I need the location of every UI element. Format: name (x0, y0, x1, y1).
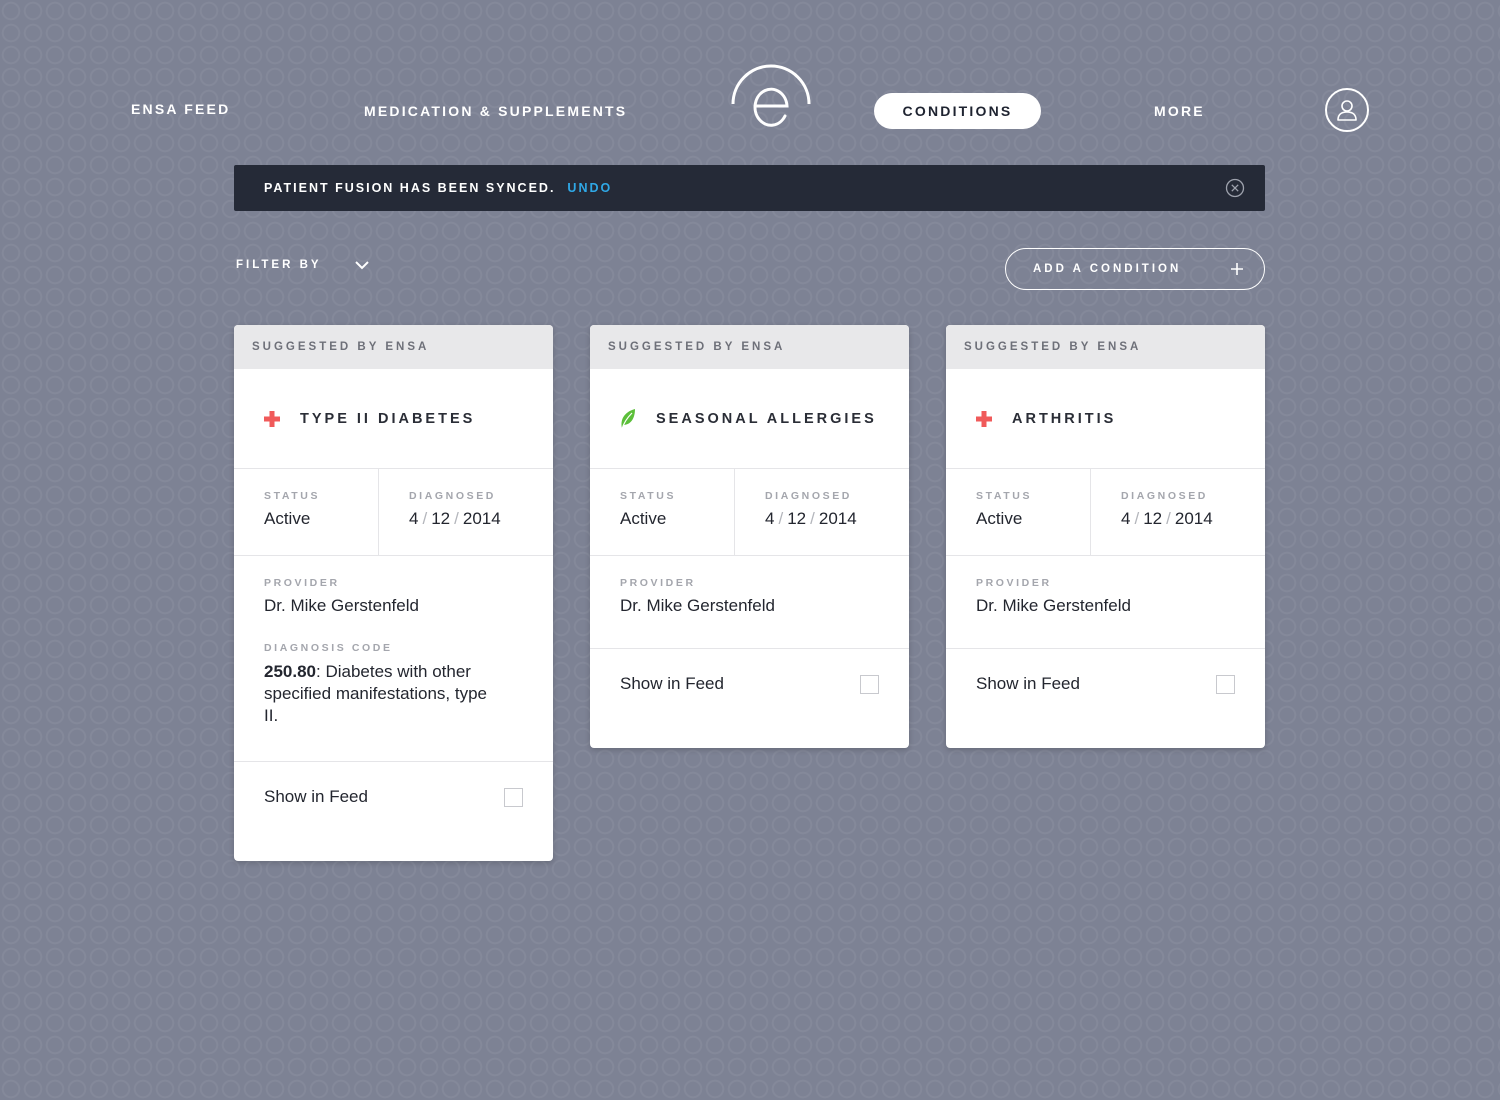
show-in-feed-checkbox[interactable] (504, 787, 523, 807)
close-circle-icon[interactable] (1225, 178, 1245, 198)
provider-block: PROVIDER Dr. Mike Gerstenfeld (946, 556, 1265, 649)
add-condition-button[interactable]: ADD A CONDITION (1005, 248, 1265, 290)
chevron-down-icon (354, 261, 369, 270)
status-label: STATUS (976, 490, 1033, 502)
nav-ensa-feed[interactable]: ENSA FEED (131, 101, 230, 117)
suggested-by-label: SUGGESTED BY ENSA (252, 341, 430, 353)
ensa-e-logo-icon[interactable] (728, 64, 814, 134)
status-cell: STATUS Active (590, 469, 734, 555)
show-in-feed-checkbox[interactable] (1216, 674, 1235, 694)
condition-card-arthritis: SUGGESTED BY ENSA ARTHRITIS STATUS Activ… (946, 325, 1265, 748)
nav-conditions[interactable]: CONDITIONS (874, 93, 1041, 129)
card-title-row: SEASONAL ALLERGIES (590, 369, 909, 469)
meta-row: STATUS Active DIAGNOSED 4/12/2014 (234, 469, 553, 556)
diagnosed-label: DIAGNOSED (409, 490, 496, 502)
provider-value: Dr. Mike Gerstenfeld (264, 596, 419, 615)
user-icon (1337, 100, 1357, 121)
suggested-by-label: SUGGESTED BY ENSA (964, 341, 1142, 353)
condition-card-seasonal-allergies: SUGGESTED BY ENSA SEASONAL ALLERGIES STA… (590, 325, 909, 748)
condition-title: ARTHRITIS (1012, 410, 1117, 427)
diagnosed-date: 4/12/2014 (1121, 509, 1213, 528)
red-cross-icon (264, 410, 280, 427)
diagnosed-cell: DIAGNOSED 4/12/2014 (734, 469, 909, 555)
show-in-feed-label: Show in Feed (976, 674, 1080, 693)
show-in-feed-label: Show in Feed (620, 674, 724, 693)
provider-label: PROVIDER (976, 577, 1052, 589)
status-label: STATUS (264, 490, 321, 502)
provider-label: PROVIDER (620, 577, 696, 589)
add-condition-label: ADD A CONDITION (1033, 263, 1182, 275)
diagnosis-code-label: DIAGNOSIS CODE (264, 642, 393, 654)
diagnosed-day: 12 (787, 509, 807, 528)
leaf-icon (621, 408, 635, 429)
card-title-row: TYPE II DIABETES (234, 369, 553, 469)
undo-link[interactable]: UNDO (567, 181, 612, 195)
nav-medication-supplements[interactable]: MEDICATION & SUPPLEMENTS (364, 103, 627, 119)
sync-banner: PATIENT FUSION HAS BEEN SYNCED. UNDO (234, 165, 1265, 211)
filter-label: FILTER BY (236, 259, 322, 271)
status-cell: STATUS Active (234, 469, 378, 555)
status-value: Active (264, 509, 311, 528)
status-label: STATUS (620, 490, 677, 502)
status-value: Active (620, 509, 667, 528)
red-cross-icon (976, 410, 992, 427)
diagnosed-year: 2014 (1174, 509, 1213, 528)
profile-button[interactable] (1325, 88, 1369, 132)
plus-icon (1231, 263, 1243, 275)
filter-dropdown[interactable]: FILTER BY (236, 259, 370, 271)
show-in-feed-checkbox[interactable] (860, 674, 879, 694)
provider-label: PROVIDER (264, 577, 340, 589)
diagnosed-day: 12 (1143, 509, 1163, 528)
diagnosed-month: 4 (409, 509, 419, 528)
nav-more[interactable]: MORE (1154, 103, 1205, 119)
provider-block: PROVIDER Dr. Mike Gerstenfeld DIAGNOSIS … (234, 556, 553, 762)
condition-title: SEASONAL ALLERGIES (656, 410, 877, 427)
card-header: SUGGESTED BY ENSA (590, 325, 909, 369)
diagnosed-date: 4/12/2014 (765, 509, 857, 528)
meta-row: STATUS Active DIAGNOSED 4/12/2014 (946, 469, 1265, 556)
sync-message: PATIENT FUSION HAS BEEN SYNCED. (264, 181, 556, 195)
diagnosed-year: 2014 (462, 509, 501, 528)
status-value: Active (976, 509, 1023, 528)
show-in-feed-row: Show in Feed (946, 649, 1265, 719)
status-cell: STATUS Active (946, 469, 1090, 555)
show-in-feed-label: Show in Feed (264, 787, 368, 806)
condition-card-type-ii-diabetes: SUGGESTED BY ENSA TYPE II DIABETES STATU… (234, 325, 553, 861)
suggested-by-label: SUGGESTED BY ENSA (608, 341, 786, 353)
provider-value: Dr. Mike Gerstenfeld (620, 596, 775, 615)
card-header: SUGGESTED BY ENSA (946, 325, 1265, 369)
diagnosed-label: DIAGNOSED (765, 490, 852, 502)
diagnosed-cell: DIAGNOSED 4/12/2014 (1090, 469, 1265, 555)
provider-value: Dr. Mike Gerstenfeld (976, 596, 1131, 615)
diagnosed-month: 4 (765, 509, 775, 528)
provider-block: PROVIDER Dr. Mike Gerstenfeld (590, 556, 909, 649)
condition-title: TYPE II DIABETES (300, 410, 476, 427)
show-in-feed-row: Show in Feed (590, 649, 909, 719)
diagnosed-label: DIAGNOSED (1121, 490, 1208, 502)
diagnosed-day: 12 (431, 509, 451, 528)
diagnosed-month: 4 (1121, 509, 1131, 528)
show-in-feed-row: Show in Feed (234, 762, 553, 832)
meta-row: STATUS Active DIAGNOSED 4/12/2014 (590, 469, 909, 556)
card-title-row: ARTHRITIS (946, 369, 1265, 469)
diagnosis-code-value: 250.80 (264, 662, 316, 681)
diagnosed-year: 2014 (818, 509, 857, 528)
diagnosed-cell: DIAGNOSED 4/12/2014 (378, 469, 553, 555)
diagnosis-code-text: 250.80: Diabetes with other specified ma… (264, 661, 499, 727)
card-header: SUGGESTED BY ENSA (234, 325, 553, 369)
diagnosed-date: 4/12/2014 (409, 509, 501, 528)
